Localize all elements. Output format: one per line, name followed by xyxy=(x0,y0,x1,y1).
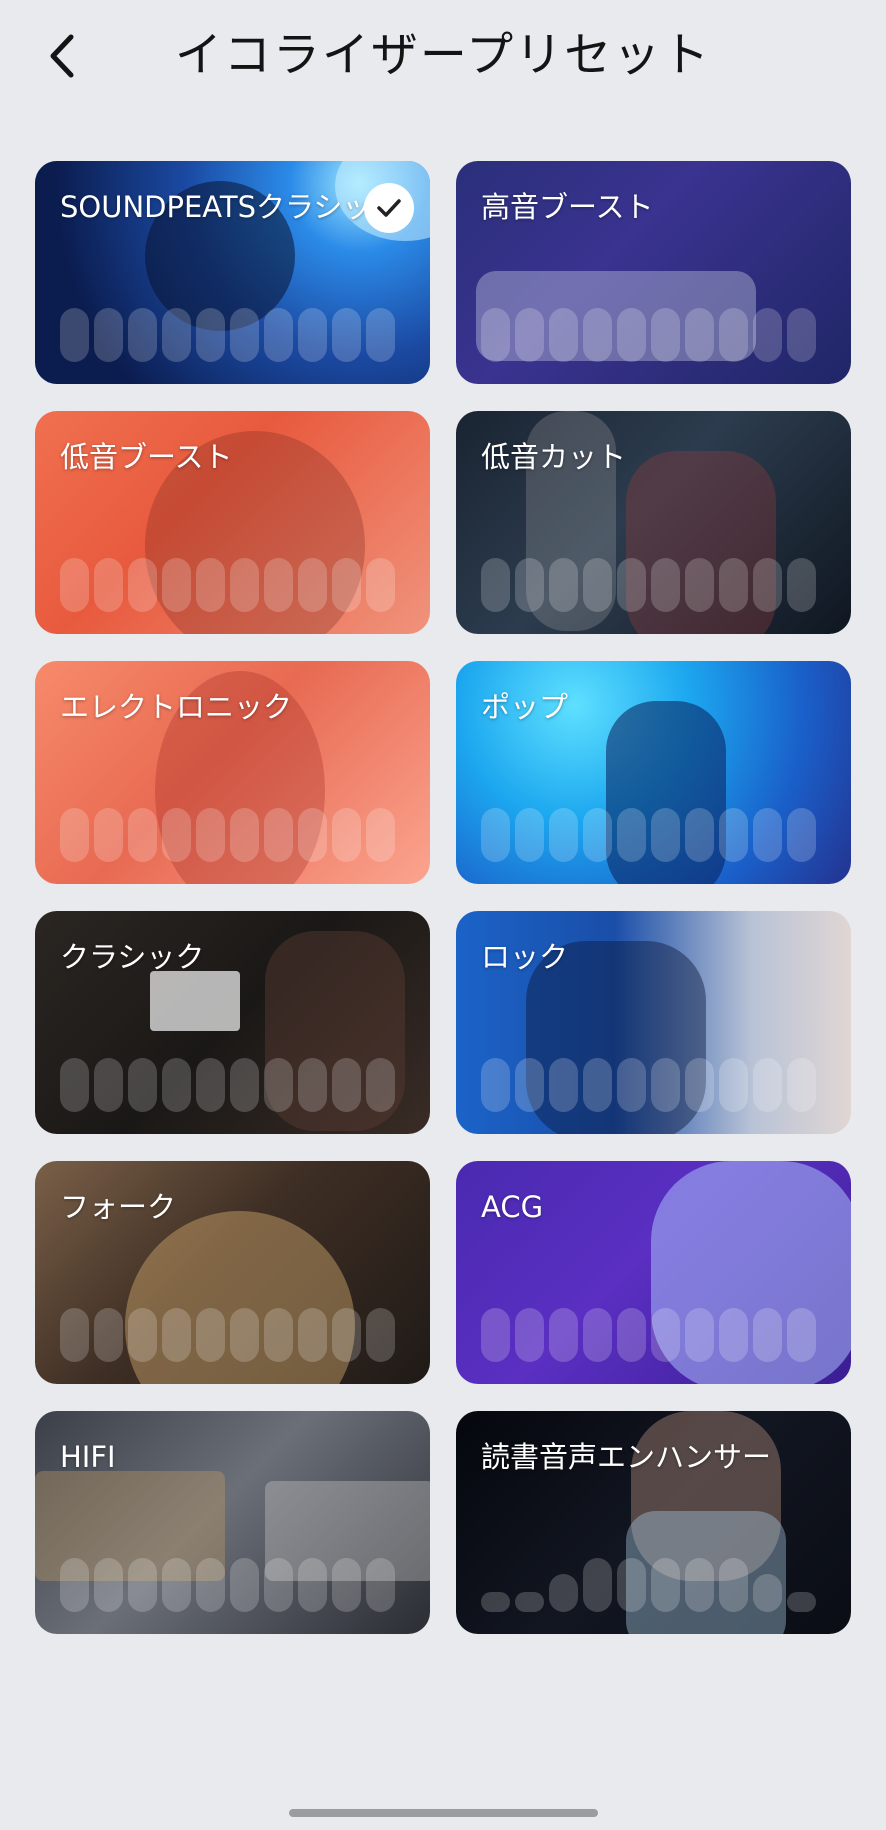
eq-bars xyxy=(60,308,395,362)
preset-label: HIFI xyxy=(60,1440,116,1474)
preset-card-classical[interactable]: クラシック xyxy=(35,911,430,1134)
preset-card-treble-boost[interactable]: 高音ブースト xyxy=(456,161,851,384)
eq-bars xyxy=(60,558,395,612)
checkmark-icon xyxy=(364,183,414,233)
eq-bars xyxy=(481,1308,816,1362)
preset-label: フォーク xyxy=(60,1190,177,1224)
preset-card-hifi[interactable]: HIFI xyxy=(35,1411,430,1634)
preset-card-soundpeats-classic[interactable]: SOUNDPEATSクラシック xyxy=(35,161,430,384)
preset-label: 低音ブースト xyxy=(60,440,233,474)
preset-grid: SOUNDPEATSクラシック 高音ブースト 低音ブースト 低音カット エレクト… xyxy=(35,161,851,1634)
eq-bars xyxy=(481,808,816,862)
preset-card-bass-cut[interactable]: 低音カット xyxy=(456,411,851,634)
preset-card-electronic[interactable]: エレクトロニック xyxy=(35,661,430,884)
preset-card-pop[interactable]: ポップ xyxy=(456,661,851,884)
eq-bars xyxy=(481,308,816,362)
preset-label: エレクトロニック xyxy=(60,690,293,724)
preset-label: 読書音声エンハンサー xyxy=(481,1440,772,1474)
preset-card-folk[interactable]: フォーク xyxy=(35,1161,430,1384)
home-indicator[interactable] xyxy=(289,1809,598,1817)
eq-bars xyxy=(481,1558,816,1612)
page-title: イコライザープリセット xyxy=(174,28,712,83)
eq-bars xyxy=(60,808,395,862)
preset-label: 高音ブースト xyxy=(481,190,654,224)
preset-card-rock[interactable]: ロック xyxy=(456,911,851,1134)
eq-bars xyxy=(60,1058,395,1112)
preset-label: ロック xyxy=(481,940,569,974)
preset-card-acg[interactable]: ACG xyxy=(456,1161,851,1384)
preset-label: 低音カット xyxy=(481,440,627,474)
preset-label: ACG xyxy=(481,1190,544,1224)
eq-bars xyxy=(60,1308,395,1362)
eq-bars xyxy=(481,558,816,612)
preset-label: クラシック xyxy=(60,940,205,974)
preset-label: ポップ xyxy=(481,690,569,724)
preset-card-bass-boost[interactable]: 低音ブースト xyxy=(35,411,430,634)
preset-label: SOUNDPEATSクラシック xyxy=(60,190,401,224)
eq-bars xyxy=(60,1558,395,1612)
eq-bars xyxy=(481,1058,816,1112)
header: イコライザープリセット xyxy=(0,0,886,120)
preset-card-voice-enhancer[interactable]: 読書音声エンハンサー xyxy=(456,1411,851,1634)
